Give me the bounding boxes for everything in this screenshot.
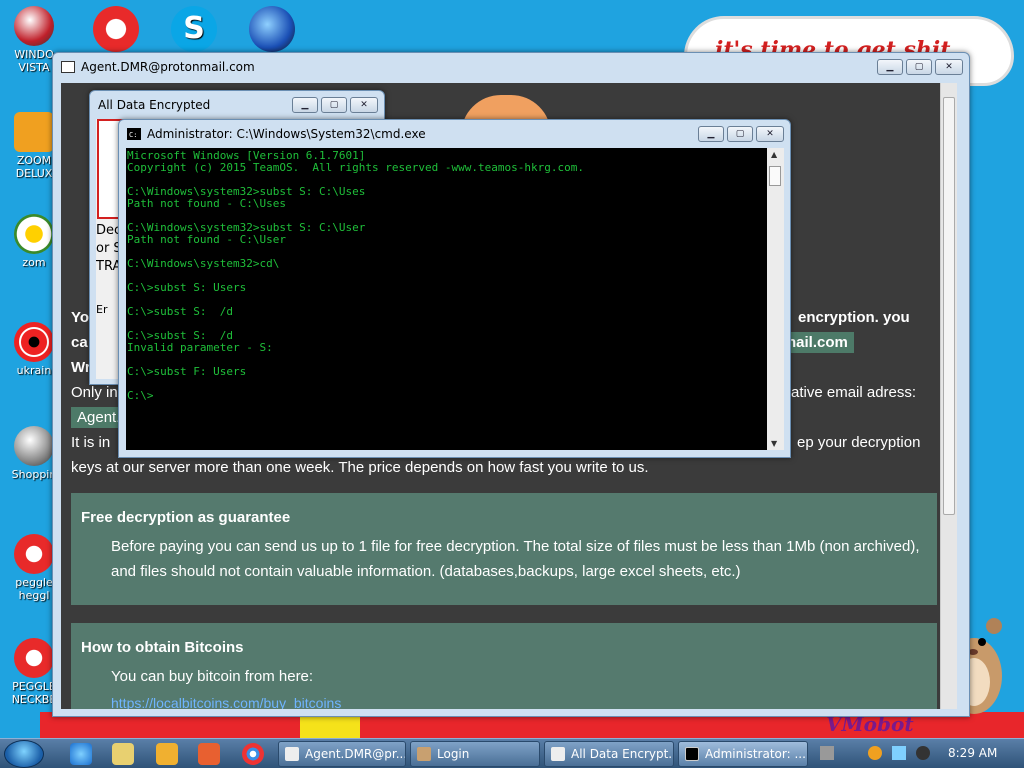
cmd-scrollbar[interactable]: ▲ ▼ [767,148,784,450]
desktop-icon-globe[interactable] [246,6,298,54]
main-window-titlebar[interactable]: Agent.DMR@protonmail.com ▁ ▢ ✕ [53,53,969,81]
tray-app-icon[interactable] [820,746,834,760]
cmd-icon: C: [127,128,141,140]
peggle-icon [14,534,54,574]
globe-icon [249,6,295,52]
task-login[interactable]: Login [410,741,540,767]
internet-explorer-icon[interactable] [70,743,92,765]
explorer-folder-icon[interactable] [112,743,134,765]
skype-icon: S [171,6,217,52]
minimize-button[interactable]: ▁ [877,59,903,75]
desktop-icon-skype[interactable]: S [168,6,220,54]
fragment-yo: Yo [71,309,90,326]
cmd-titlebar[interactable]: C: Administrator: C:\Windows\System32\cm… [119,120,790,148]
vista-ball-icon [14,6,54,46]
minimize-button[interactable]: ▁ [292,97,318,113]
task-all-data-encrypted[interactable]: All Data Encrypt... [544,741,674,767]
peggle-p-icon [93,6,139,52]
window-icon [551,747,565,761]
volume-icon[interactable] [916,746,930,760]
radiation-icon [14,322,54,362]
flower-icon [14,214,54,254]
price-text: keys at our server more than one week. T… [71,459,649,476]
cmd-window[interactable]: C: Administrator: C:\Windows\System32\cm… [118,119,791,458]
maximize-button[interactable]: ▢ [321,97,347,113]
bitcoin-panel: How to obtain Bitcoins You can buy bitco… [71,623,937,709]
login-icon [417,747,431,761]
fragment-encryption: encryption. you [798,309,910,326]
task-agent-dmr[interactable]: Agent.DMR@pr... [278,741,406,767]
maximize-button[interactable]: ▢ [727,126,753,142]
task-cmd[interactable]: Administrator: ... [678,741,808,767]
taskbar: Agent.DMR@pr... Login All Data Encrypt..… [0,738,1024,768]
search-icon[interactable] [868,746,882,760]
fragment-ca: ca [71,334,88,351]
desktop-icon-peggle-top[interactable] [90,6,142,54]
minimize-button[interactable]: ▁ [698,126,724,142]
main-window-title: Agent.DMR@protonmail.com [81,60,255,74]
contact-email-chip[interactable]: nail.com [781,332,854,353]
close-button[interactable]: ✕ [935,59,963,75]
main-scrollbar[interactable] [940,83,957,709]
fragment-wr: Wr [71,359,91,376]
chrome-icon[interactable] [242,743,264,765]
flash-icon [14,426,54,466]
cmd-title: Administrator: C:\Windows\System32\cmd.e… [147,127,426,141]
close-button[interactable]: ✕ [350,97,378,113]
zooma-icon [14,112,54,152]
ade-fragment-4: Er [96,303,108,316]
peggle-icon [14,638,54,678]
bitcoin-heading: How to obtain Bitcoins [81,639,244,656]
fragment-only-in: Only in [71,384,118,401]
scroll-up-icon[interactable]: ▲ [771,150,777,159]
window-icon [61,61,75,73]
main-scrollbar-thumb[interactable] [943,97,955,515]
network-icon[interactable] [892,746,906,760]
svg-text:C:: C: [129,131,137,139]
localbitcoins-link[interactable]: https://localbitcoins.com/buy_bitcoins [111,695,341,709]
fragment-it-is-in: It is in [71,434,111,451]
cmd-console[interactable]: Microsoft Windows [Version 6.1.7601] Cop… [126,148,784,450]
ade-title: All Data Encrypted [98,98,211,112]
fragment-alt-email: ative email adress: [791,384,917,401]
app-icon[interactable] [198,743,220,765]
start-button[interactable] [4,740,44,768]
fragment-keep-keys: ep your decryption [797,434,921,451]
clock[interactable]: 8:29 AM [948,746,997,760]
scroll-down-icon[interactable]: ▼ [771,439,777,448]
maximize-button[interactable]: ▢ [906,59,932,75]
cmd-icon [685,747,699,761]
media-player-icon[interactable] [156,743,178,765]
free-decryption-heading: Free decryption as guarantee [81,509,291,526]
window-icon [285,747,299,761]
close-button[interactable]: ✕ [756,126,784,142]
ade-titlebar[interactable]: All Data Encrypted ▁ ▢ ✕ [90,91,384,119]
cmd-scrollbar-thumb[interactable] [769,166,781,186]
free-decryption-panel: Free decryption as guarantee Before payi… [71,493,937,605]
bitcoin-body: You can buy bitcoin from here: [111,668,314,685]
cmd-output: Microsoft Windows [Version 6.1.7601] Cop… [127,149,584,402]
free-decryption-body: Before paying you can send us up to 1 fi… [111,538,920,580]
